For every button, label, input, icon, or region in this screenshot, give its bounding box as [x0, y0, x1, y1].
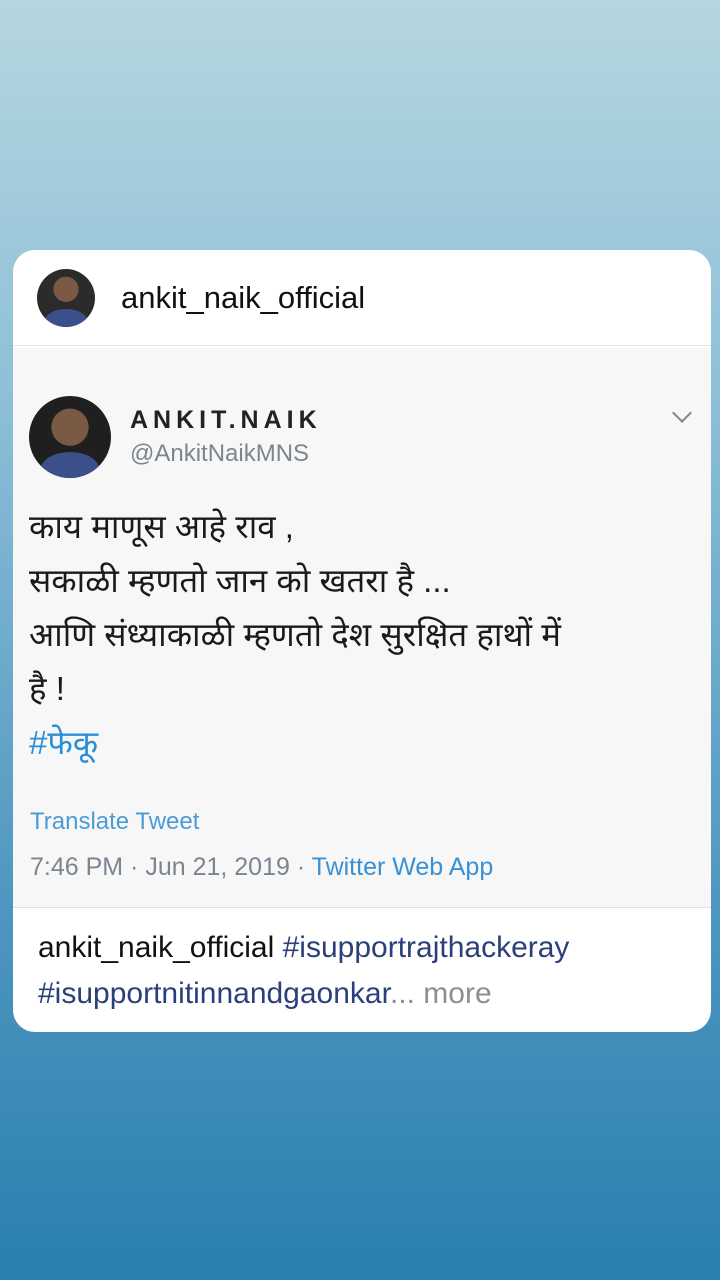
post-card: ankit_naik_official ANKIT.NAIK @AnkitNai… [13, 250, 711, 1032]
tweet-date: Jun 21, 2019 [145, 853, 290, 881]
post-username[interactable]: ankit_naik_official [121, 280, 365, 316]
tweet-time: 7:46 PM [30, 853, 124, 881]
caption-hashtag[interactable]: #isupportrajthackeray [283, 931, 570, 964]
caption-ellipsis: ... [389, 977, 415, 1010]
tweet-line: सकाळी म्हणतो जान को खतरा है ... [29, 562, 451, 599]
tweet-meta: 7:46 PM · Jun 21, 2019 · Twitter Web App [30, 853, 493, 882]
post-header: ankit_naik_official [13, 250, 711, 346]
tweet-line: आणि संध्याकाळी म्हणतो देश सुरक्षित हाथों… [29, 616, 561, 653]
meta-separator: · [289, 853, 312, 881]
tweet-line: है ! [29, 670, 65, 707]
avatar[interactable] [37, 268, 95, 327]
post-caption: ankit_naik_official #isupportrajthackera… [38, 925, 688, 1017]
tweet-display-name: ANKIT.NAIK [130, 406, 322, 434]
caption-username[interactable]: ankit_naik_official [38, 931, 274, 964]
tweet-handle: @AnkitNaikMNS [130, 440, 310, 467]
caption-hashtag[interactable]: #isupportnitinnandgaonkar [38, 977, 390, 1010]
caption-more-button[interactable]: more [415, 977, 491, 1010]
tweet-line: काय माणूस आहे राव , [29, 508, 294, 545]
meta-separator: · [123, 853, 146, 881]
tweet-avatar [29, 396, 111, 478]
translate-tweet-link: Translate Tweet [30, 808, 200, 835]
chevron-down-icon [672, 403, 692, 423]
tweet-text: काय माणूस आहे राव , सकाळी म्हणतो जान को … [29, 500, 689, 770]
tweet-source: Twitter Web App [311, 853, 494, 881]
tweet-hashtag: #फेकू [29, 724, 99, 761]
tweet-screenshot: ANKIT.NAIK @AnkitNaikMNS काय माणूस आहे र… [13, 348, 711, 908]
